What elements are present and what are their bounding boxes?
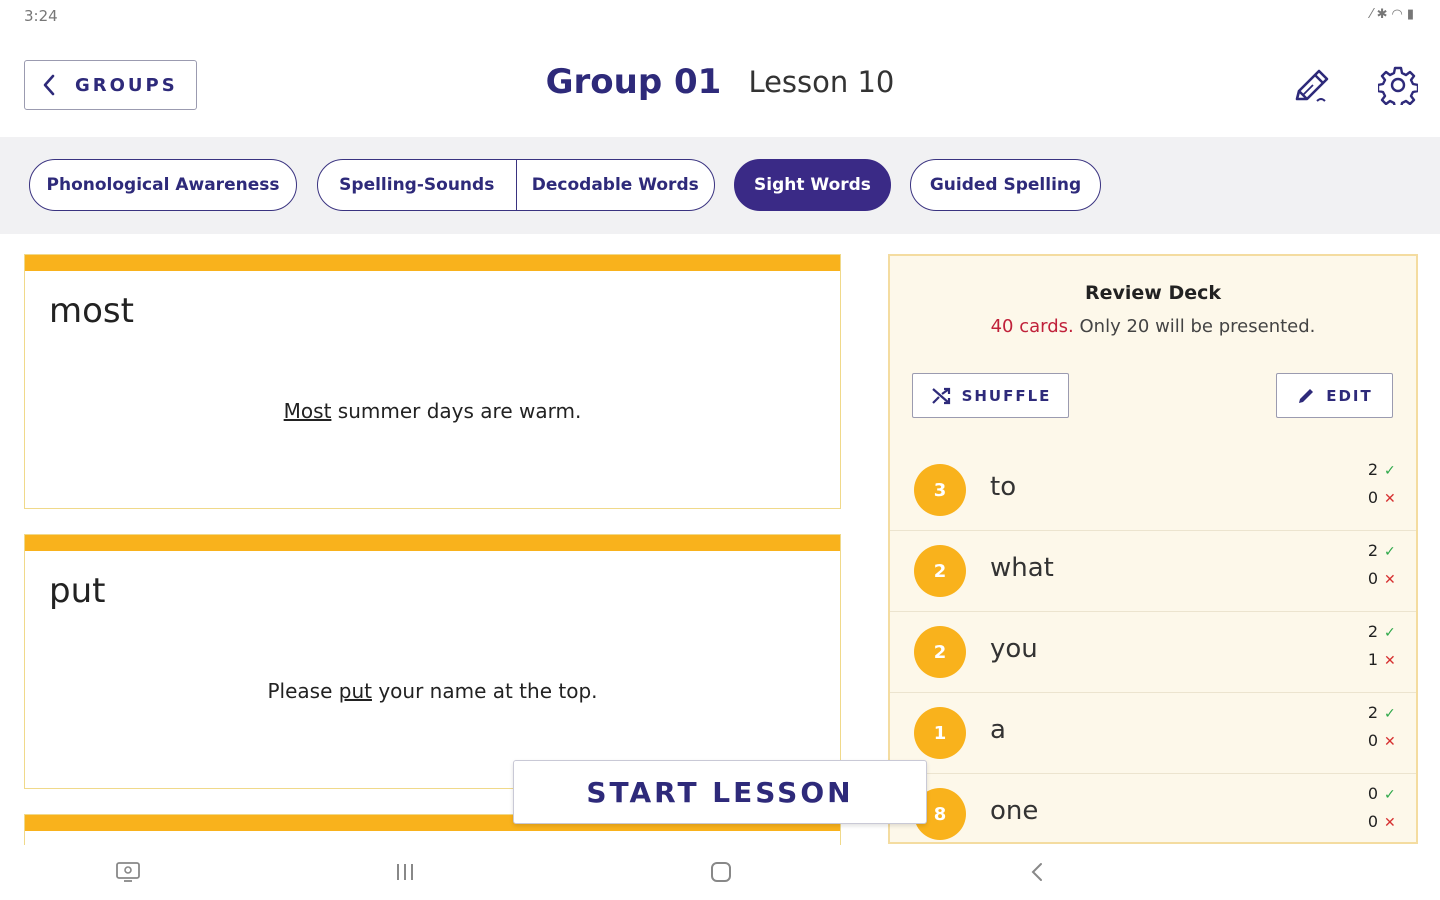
sight-word-card[interactable]: put Please put your name at the top.: [24, 534, 841, 789]
spelling-decodable-group: Spelling-Sounds Decodable Words: [317, 159, 715, 211]
card-sentence: Please put your name at the top.: [25, 679, 840, 703]
incorrect-count: 0: [1367, 731, 1378, 750]
deck-word: what: [990, 553, 1054, 583]
level-badge: 3: [914, 464, 966, 516]
incorrect-tally: 0 ✕: [1362, 569, 1402, 588]
wifi-icon: ◠: [1391, 7, 1407, 22]
review-deck-title: Review Deck: [1084, 282, 1222, 304]
cross-icon: ✕: [1384, 815, 1396, 831]
sentence-after: summer days are warm.: [331, 399, 582, 423]
battery-icon: ▮: [1406, 7, 1418, 22]
sentence-target-word: Most: [283, 399, 332, 423]
deck-word: a: [990, 715, 1006, 745]
sentence-before: Please: [267, 679, 339, 703]
group-title: Group 01: [545, 62, 722, 102]
home-icon[interactable]: [706, 857, 736, 887]
sight-word-card[interactable]: most Most summer days are warm.: [24, 254, 841, 509]
correct-count: 2: [1367, 622, 1378, 641]
screenshot-icon[interactable]: [113, 857, 143, 887]
review-deck-list: 3 to 2 ✓ 0 ✕ 2 what 2 ✓ 0 ✕ 2 you 2 ✓ 1 ✕ 1 a …: [890, 450, 1416, 842]
activity-tabs: Phonological Awareness Spelling-Sounds D…: [0, 137, 1440, 234]
correct-count: 0: [1367, 784, 1378, 803]
bluetooth-icon: ✱: [1376, 7, 1392, 22]
check-icon: ✓: [1384, 544, 1396, 560]
list-item[interactable]: 8 one 0 ✓ 0 ✕: [890, 774, 1416, 842]
status-bar: 3:24 ⁄✱◠▮: [0, 0, 1440, 32]
sentence-after: your name at the top.: [371, 679, 598, 703]
review-deck-summary: 40 cards. Only 20 will be presented.: [890, 316, 1416, 337]
review-deck-panel: Review Deck 40 cards. Only 20 will be pr…: [888, 254, 1418, 844]
lesson-title: Lesson 10: [748, 65, 895, 99]
tab-guided-spelling[interactable]: Guided Spelling: [910, 159, 1101, 211]
shuffle-icon: [930, 386, 952, 406]
correct-count: 2: [1367, 541, 1378, 560]
pencil-icon[interactable]: [1288, 62, 1334, 108]
deck-word: you: [990, 634, 1038, 664]
check-icon: ✓: [1384, 706, 1396, 722]
correct-tally: 2 ✓: [1362, 703, 1402, 722]
card-count: 40 cards.: [990, 316, 1074, 337]
correct-count: 2: [1367, 460, 1378, 479]
status-icons: ⁄✱◠▮: [1370, 7, 1418, 22]
shuffle-label: SHUFFLE: [961, 386, 1052, 405]
correct-count: 2: [1367, 703, 1378, 722]
cross-icon: ✕: [1384, 572, 1396, 588]
status-time: 3:24: [24, 7, 58, 25]
correct-tally: 2 ✓: [1362, 460, 1402, 479]
cross-icon: ✕: [1384, 653, 1396, 669]
correct-tally: 2 ✓: [1362, 541, 1402, 560]
shuffle-button[interactable]: SHUFFLE: [912, 373, 1069, 418]
card-word: most: [49, 291, 134, 331]
page-title: Group 01 Lesson 10: [0, 62, 1440, 102]
correct-tally: 0 ✓: [1362, 784, 1402, 803]
start-lesson-button[interactable]: START LESSON: [513, 760, 927, 824]
incorrect-tally: 1 ✕: [1362, 650, 1402, 669]
tab-phonological-awareness[interactable]: Phonological Awareness: [29, 159, 297, 211]
incorrect-tally: 0 ✕: [1362, 731, 1402, 750]
sentence-target-word: put: [338, 679, 372, 703]
list-item[interactable]: 3 to 2 ✓ 0 ✕: [890, 450, 1416, 531]
edit-label: EDIT: [1326, 386, 1373, 405]
incorrect-tally: 0 ✕: [1362, 488, 1402, 507]
deck-word: one: [990, 796, 1039, 826]
correct-tally: 2 ✓: [1362, 622, 1402, 641]
list-item[interactable]: 2 you 2 ✓ 1 ✕: [890, 612, 1416, 693]
gear-icon[interactable]: [1375, 62, 1421, 108]
incorrect-count: 0: [1367, 488, 1378, 507]
incorrect-count: 0: [1367, 812, 1378, 831]
card-word: put: [49, 571, 106, 611]
check-icon: ✓: [1384, 463, 1396, 479]
card-sentence: Most summer days are warm.: [25, 399, 840, 423]
edit-deck-button[interactable]: EDIT: [1276, 373, 1393, 418]
tab-spelling-sounds[interactable]: Spelling-Sounds: [318, 160, 516, 210]
recents-icon[interactable]: [390, 857, 420, 887]
edit-pencil-icon: [1296, 386, 1316, 406]
cross-icon: ✕: [1384, 491, 1396, 507]
app-header: GROUPS Group 01 Lesson 10: [0, 32, 1440, 137]
incorrect-count: 1: [1367, 650, 1378, 669]
tab-decodable-words[interactable]: Decodable Words: [515, 160, 715, 210]
incorrect-count: 0: [1367, 569, 1378, 588]
level-badge: 2: [914, 545, 966, 597]
back-nav-icon[interactable]: [1022, 857, 1052, 887]
tab-sight-words[interactable]: Sight Words: [734, 159, 891, 211]
incorrect-tally: 0 ✕: [1362, 812, 1402, 831]
deck-word: to: [990, 472, 1017, 502]
level-badge: 1: [914, 707, 966, 759]
presented-note: Only 20 will be presented.: [1073, 316, 1316, 337]
card-accent-bar: [25, 535, 840, 551]
cross-icon: ✕: [1384, 734, 1396, 750]
system-nav-bar: [0, 845, 1440, 900]
list-item[interactable]: 2 what 2 ✓ 0 ✕: [890, 531, 1416, 612]
check-icon: ✓: [1384, 787, 1396, 803]
check-icon: ✓: [1384, 625, 1396, 641]
list-item[interactable]: 1 a 2 ✓ 0 ✕: [890, 693, 1416, 774]
level-badge: 2: [914, 626, 966, 678]
card-accent-bar: [25, 255, 840, 271]
